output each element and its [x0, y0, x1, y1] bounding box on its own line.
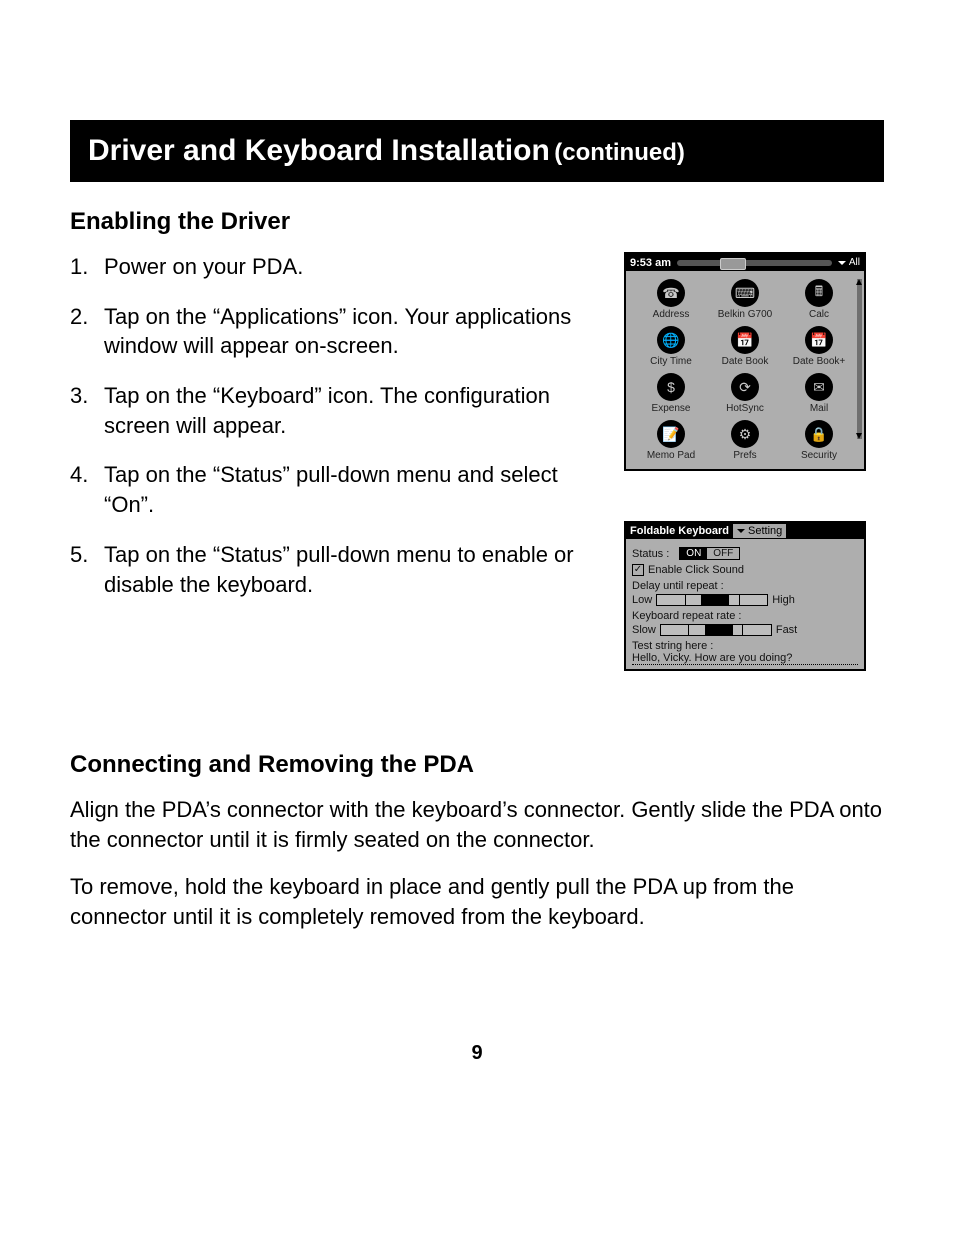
- rate-fast: Fast: [776, 624, 797, 636]
- app-hotsync: ⟳HotSync: [708, 373, 782, 414]
- rate-slider: Slow Fast: [632, 624, 858, 636]
- figure-pda-launcher: 9:53 am All ☎Address ⌨Belkin G700 🖩Calc …: [624, 252, 866, 471]
- dropdown-icon: [838, 261, 846, 265]
- app-security: 🔒Security: [782, 420, 856, 461]
- app-expense: $Expense: [634, 373, 708, 414]
- rate-label: Keyboard repeat rate :: [632, 610, 858, 622]
- app-datebook: 📅Date Book: [708, 326, 782, 367]
- page-number: 9: [70, 1042, 884, 1065]
- connecting-para-2: To remove, hold the keyboard in place an…: [70, 872, 884, 931]
- app-memopad: 📝Memo Pad: [634, 420, 708, 461]
- page-title: Driver and Keyboard Installation: [88, 134, 550, 167]
- step-3: Tap on the “Keyboard” icon. The configur…: [70, 381, 604, 440]
- section-heading-enabling: Enabling the Driver: [70, 208, 884, 236]
- delay-low: Low: [632, 594, 652, 606]
- delay-high: High: [772, 594, 795, 606]
- app-belkin: ⌨Belkin G700: [708, 279, 782, 320]
- page-title-bar: Driver and Keyboard Installation (contin…: [70, 120, 884, 182]
- test-value: Hello, Vicky. How are you doing?: [632, 652, 858, 665]
- test-label: Test string here :: [632, 640, 858, 652]
- config-tab: Setting: [733, 524, 786, 538]
- steps-list: Power on your PDA. Tap on the “Applicati…: [70, 252, 604, 599]
- status-off: OFF: [707, 548, 739, 559]
- step-5: Tap on the “Status” pull-down menu to en…: [70, 540, 604, 599]
- scrollbar-icon: [857, 279, 862, 439]
- dropdown-icon: [737, 529, 745, 533]
- delay-slider: Low High: [632, 594, 858, 606]
- enable-click-sound: Enable Click Sound: [648, 564, 744, 576]
- rate-slow: Slow: [632, 624, 656, 636]
- status-on: ON: [680, 548, 707, 559]
- step-1: Power on your PDA.: [70, 252, 604, 282]
- section-heading-connecting: Connecting and Removing the PDA: [70, 751, 884, 779]
- pda-category: All: [849, 257, 860, 268]
- app-calc: 🖩Calc: [782, 279, 856, 320]
- app-prefs: ⚙Prefs: [708, 420, 782, 461]
- step-4: Tap on the “Status” pull-down menu and s…: [70, 460, 604, 519]
- pda-time: 9:53 am: [630, 257, 671, 269]
- battery-slider-icon: [677, 260, 832, 266]
- status-label: Status :: [632, 548, 669, 560]
- app-mail: ✉Mail: [782, 373, 856, 414]
- app-citytime: 🌐City Time: [634, 326, 708, 367]
- figure-pda-config: Foldable Keyboard Setting Status : ON OF…: [624, 521, 866, 671]
- page-title-continued: (continued): [554, 139, 685, 166]
- step-2: Tap on the “Applications” icon. Your app…: [70, 302, 604, 361]
- connecting-para-1: Align the PDA’s connector with the keybo…: [70, 795, 884, 854]
- app-datebookp: 📅Date Book+: [782, 326, 856, 367]
- status-toggle: ON OFF: [679, 547, 740, 560]
- checkbox-icon: ✓: [632, 564, 644, 576]
- delay-label: Delay until repeat :: [632, 580, 858, 592]
- app-address: ☎Address: [634, 279, 708, 320]
- config-title: Foldable Keyboard: [630, 525, 729, 537]
